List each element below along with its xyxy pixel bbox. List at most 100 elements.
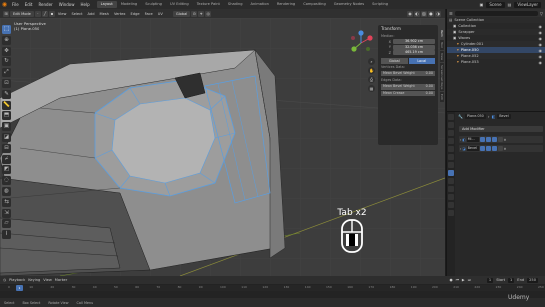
menu-view[interactable]: View [43,278,52,282]
camera-icon[interactable]: ⎙ [368,76,375,83]
workspace-tab-texture-paint[interactable]: Texture Paint [193,1,224,8]
render-tab-icon[interactable] [448,122,454,128]
outliner-editor-icon[interactable]: ☰ [449,11,453,16]
visibility-eye-icon[interactable]: ◉ [539,24,543,29]
edit-mode-toggle-icon[interactable] [479,146,485,151]
add-modifier-button[interactable]: Add Modifier [459,126,543,132]
expand-arrow-icon[interactable]: › [460,138,461,142]
list-item[interactable]: ▾ Plane.053 ◉ [447,59,545,65]
record-icon[interactable]: ● [450,278,453,282]
tab-screencast-keys[interactable]: Screencast Keys [440,62,444,92]
viewport-toggle-icon[interactable] [485,146,491,151]
scene-tab-icon[interactable] [448,146,454,152]
tool-tab-icon[interactable] [448,114,454,120]
shear-tool-icon[interactable]: ▱ [2,219,11,229]
menu-view[interactable]: View [56,12,69,16]
move-tool-icon[interactable]: ✥ [2,46,11,56]
jump-start-icon[interactable]: ⏮ [456,278,459,282]
shading-solid-icon[interactable]: ● [428,10,434,17]
close-icon[interactable]: ✕ [504,138,507,142]
shrink-tool-icon[interactable]: ⇲ [2,208,11,218]
menu-mesh[interactable]: Mesh [98,12,111,16]
vertex-select-icon[interactable]: · [34,10,41,17]
modifier-row[interactable]: › ◧ Mi... ✕ [459,136,543,143]
edge-select-icon[interactable]: ╱ [41,10,48,17]
blender-logo-icon[interactable]: ◉ [0,0,9,9]
render-toggle-icon[interactable] [491,137,497,142]
object-name-field[interactable]: Plane.050 [464,113,486,119]
workspace-tab-rendering[interactable]: Rendering [273,1,299,8]
spin-tool-icon[interactable]: ◌ [2,176,11,186]
menu-uv[interactable]: UV [156,12,165,16]
object-tab-icon[interactable] [448,162,454,168]
workspace-tab-shading[interactable]: Shading [224,1,247,8]
outliner-search-input[interactable] [454,10,538,16]
data-tab-icon[interactable] [448,202,454,208]
timeline-editor-icon[interactable]: ◷ [3,278,6,282]
view-layer-selector[interactable]: ViewLayer [514,1,541,8]
navigation-gizmo[interactable] [348,30,374,56]
select-box-tool-icon[interactable]: ⬚ [2,25,11,34]
menu-edge[interactable]: Edge [129,12,142,16]
tab-view[interactable]: View [440,50,444,62]
expand-arrow-icon[interactable]: › [460,147,461,151]
rip-tool-icon[interactable]: ⌇ [2,230,11,240]
shading-material-icon[interactable]: ◑ [435,10,441,17]
tab-item[interactable]: Item [440,28,444,39]
world-tab-icon[interactable] [448,154,454,160]
physics-tab-icon[interactable] [448,186,454,192]
material-tab-icon[interactable] [448,210,454,216]
cursor-tool-icon[interactable]: ⊕ [2,35,11,45]
dropdown-icon[interactable] [497,146,503,151]
median-y-field[interactable]: 32.036 cm [393,44,435,50]
annotate-tool-icon[interactable]: ✎ [2,89,11,99]
xray-icon[interactable]: ▨ [421,10,427,17]
measure-tool-icon[interactable]: 📏 [2,100,11,110]
transform-tool-icon[interactable]: ⊡ [2,78,11,88]
scene-selector[interactable]: Scene [486,1,505,8]
proportional-edit-icon[interactable]: ◎ [205,10,212,17]
menu-face[interactable]: Face [143,12,155,16]
modifier-name-field[interactable]: Mi... [466,137,479,142]
inset-tool-icon[interactable]: ▣ [2,122,11,132]
zoom-icon[interactable]: ⌕ [368,58,375,65]
pan-hand-icon[interactable]: ✋ [368,67,375,74]
start-frame-field[interactable]: 1 [508,277,515,283]
menu-file[interactable]: File [9,2,22,7]
menu-select[interactable]: Select [69,12,84,16]
snap-icon[interactable]: ⌖ [198,10,205,17]
visibility-eye-icon[interactable]: ◉ [539,42,543,47]
loop-cut-tool-icon[interactable]: ⊟ [2,143,11,153]
workspace-tab-uv-editing[interactable]: UV Editing [166,1,193,8]
edge-crease-field[interactable]: Mean Crease 0.00 [381,90,435,96]
menu-add[interactable]: Add [86,12,97,16]
grid-perspective-icon[interactable]: ▦ [368,85,375,92]
workspace-tab-geometry-nodes[interactable]: Geometry Nodes [330,1,368,8]
median-x-field[interactable]: 36.902 cm [393,39,435,45]
dropdown-icon[interactable] [497,137,503,142]
current-frame-field[interactable]: 1 [486,277,494,283]
visibility-icon[interactable]: ◉ [407,10,413,17]
overlays-icon[interactable]: ◐ [414,10,420,17]
vertex-bevel-weight-field[interactable]: Mean Bevel Weight 0.00 [381,70,435,77]
extrude-tool-icon[interactable]: ⬒ [2,111,11,121]
view-layer-tab-icon[interactable] [448,138,454,144]
menu-edit[interactable]: Edit [22,2,36,7]
tab-tool[interactable]: Tool [440,39,444,50]
mode-selector[interactable]: Edit Mode [10,10,34,17]
knife-tool-icon[interactable]: ⌿ [2,154,11,164]
workspace-tab-sculpting[interactable]: Sculpting [141,1,166,8]
visibility-eye-icon[interactable]: ◉ [539,48,543,53]
playhead[interactable]: 1 [16,285,23,291]
face-select-icon[interactable]: ▪ [48,10,55,17]
tab-edit[interactable]: Edit [440,92,444,103]
transform-panel-title[interactable]: Transform [378,25,438,33]
visibility-eye-icon[interactable]: ◉ [539,30,543,35]
play-icon[interactable]: ▶ [462,278,465,282]
active-modifier-field[interactable]: Bevel [497,113,511,119]
median-z-field[interactable]: 465.19 cm [393,50,435,56]
modifier-row[interactable]: › ◪ Bevel ✕ [459,145,543,152]
render-toggle-icon[interactable] [491,146,497,151]
visibility-eye-icon[interactable]: ◉ [539,60,543,65]
rotate-tool-icon[interactable]: ↻ [2,57,11,67]
